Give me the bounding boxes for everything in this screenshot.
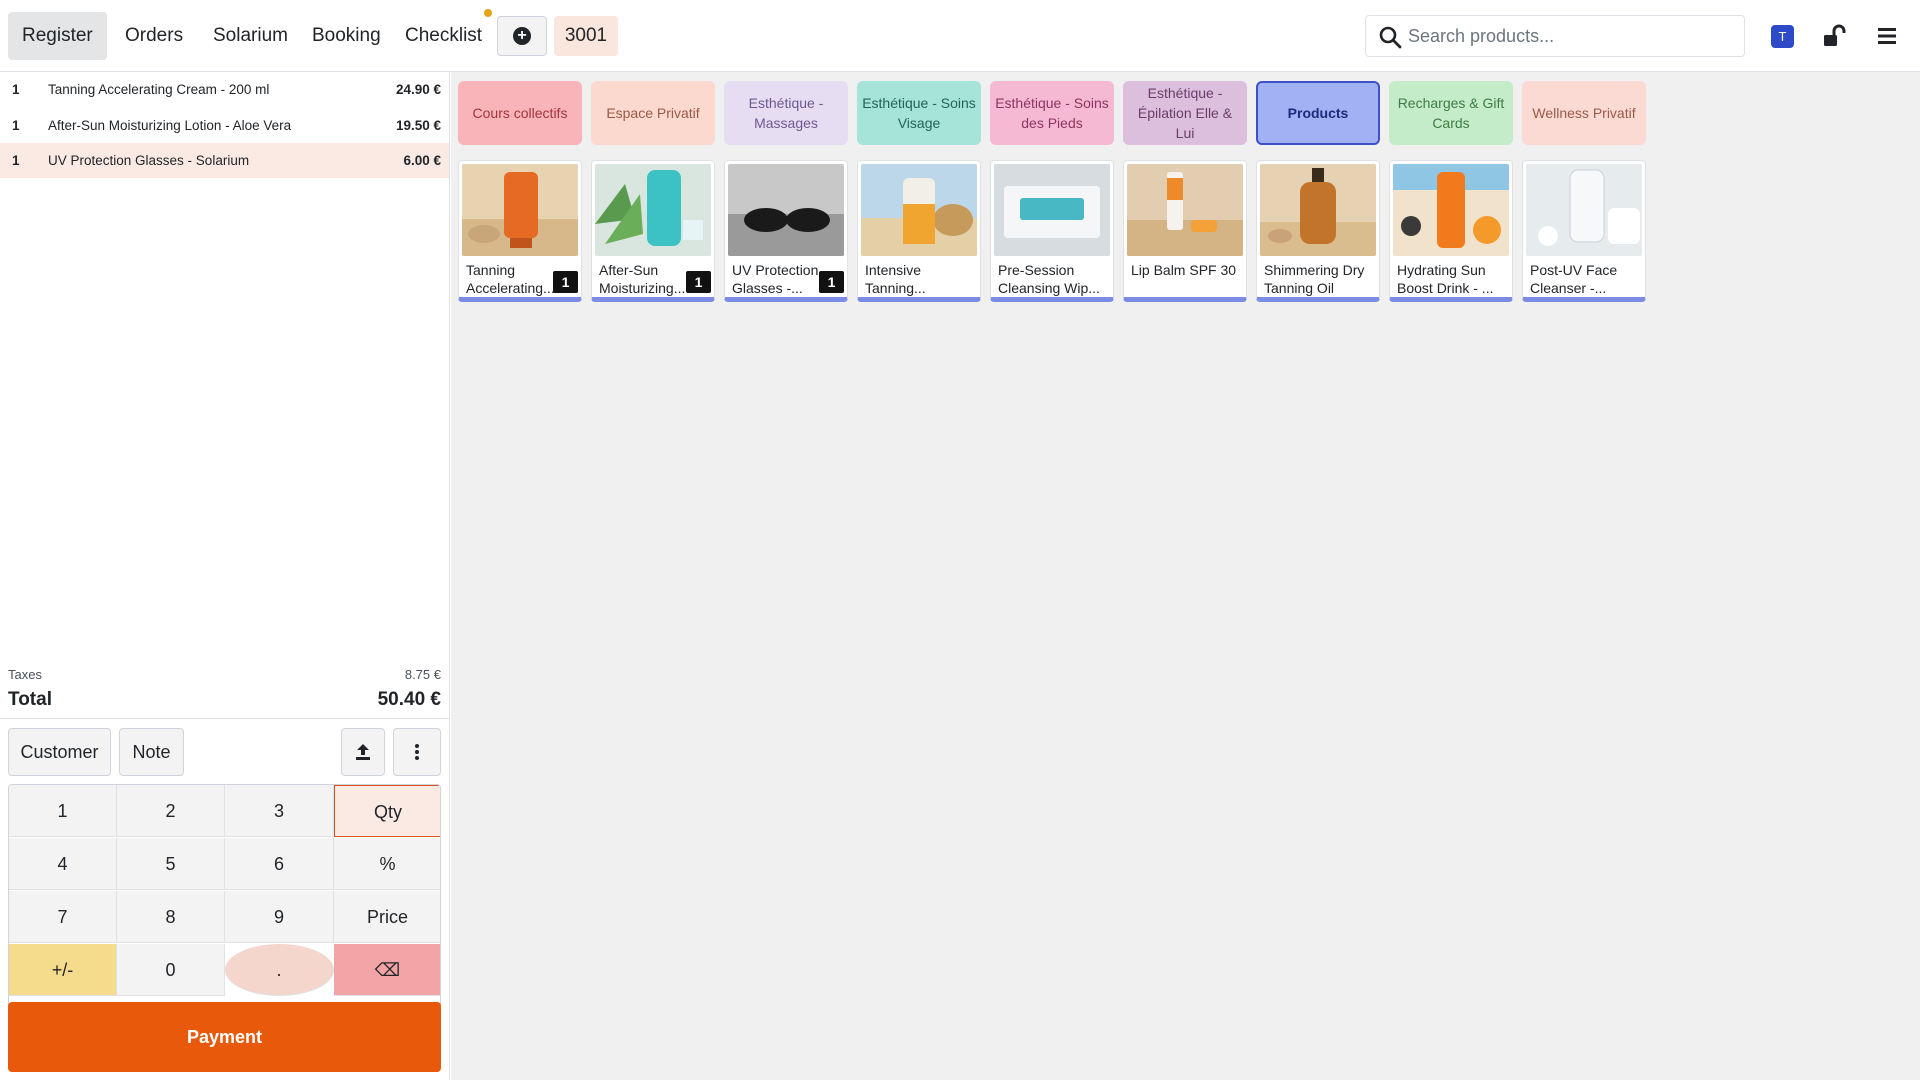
product-card-tanning-cream[interactable]: Tanning Accelerating... 1 [458,160,582,302]
more-options-button[interactable] [393,728,441,776]
total-label: Total [8,689,52,710]
product-card-cleansing-wipes[interactable]: Pre-Session Cleansing Wip... [990,160,1114,302]
product-card-uv-glasses[interactable]: UV Protection Glasses -... 1 [724,160,848,302]
top-bar: Register Orders Solarium Booking Checkli… [0,0,1920,72]
product-image [994,164,1110,256]
product-name: Post-UV Face Cleanser -... [1530,262,1618,296]
taxes-label: Taxes [8,667,42,682]
numpad-key-2[interactable]: 2 [117,785,225,837]
notification-dot [484,9,492,17]
numpad-key-0[interactable]: 0 [117,944,225,996]
product-qty-badge: 1 [819,271,844,293]
product-name: Intensive Tanning... [865,262,926,296]
product-name: Hydrating Sun Boost Drink - ... [1397,262,1494,296]
order-line[interactable]: 1 After-Sun Moisturizing Lotion - Aloe V… [0,108,449,143]
numpad-key-5[interactable]: 5 [117,838,225,890]
product-area: Cours collectifs Espace Privatif Esthéti… [451,72,1920,1080]
product-name: Pre-Session Cleansing Wip... [998,262,1100,296]
tab-booking[interactable]: Booking [298,12,395,60]
order-line[interactable]: 1 Tanning Accelerating Cream - 200 ml 24… [0,72,449,107]
numpad-key-8[interactable]: 8 [117,891,225,943]
unlock-icon[interactable] [1822,24,1848,48]
product-card-lip-balm[interactable]: Lip Balm SPF 30 [1123,160,1247,302]
order-line-qty: 1 [12,153,20,168]
category-esthetique-epilation[interactable]: Esthétique - Épilation Elle & Lui [1123,81,1247,145]
order-line-price: 19.50 € [395,118,441,133]
numpad-key-7[interactable]: 7 [9,891,117,943]
export-button[interactable] [341,728,385,776]
category-espace-privatif[interactable]: Espace Privatif [591,81,715,145]
tab-solarium[interactable]: Solarium [199,12,302,60]
category-esthetique-massages[interactable]: Esthétique - Massages [724,81,848,145]
taxes-value: 8.75 € [404,667,441,682]
product-card-after-sun-lotion[interactable]: After-Sun Moisturizing... 1 [591,160,715,302]
product-image [728,164,844,256]
product-image [861,164,977,256]
product-image [462,164,578,256]
product-image [1127,164,1243,256]
customer-button[interactable]: Customer [8,728,111,776]
numpad-key-backspace[interactable]: ⌫ [334,944,440,996]
order-line-qty: 1 [12,82,20,97]
product-image [1393,164,1509,256]
order-line-selected[interactable]: 1 UV Protection Glasses - Solarium 6.00 … [0,143,449,178]
numpad-key-3[interactable]: 3 [225,785,334,837]
search-input[interactable] [1408,16,1738,56]
order-panel: 1 Tanning Accelerating Cream - 200 ml 24… [0,72,450,1080]
note-button[interactable]: Note [119,728,184,776]
search-icon [1379,26,1402,49]
order-line-name: After-Sun Moisturizing Lotion - Aloe Ver… [48,118,292,133]
product-card-intensive-tanning[interactable]: Intensive Tanning... [857,160,981,302]
category-products[interactable]: Products [1256,81,1380,145]
numpad-key-4[interactable]: 4 [9,838,117,890]
product-image [1260,164,1376,256]
plus-icon: + [513,27,531,45]
tab-register[interactable]: Register [8,12,107,60]
category-wellness-privatif[interactable]: Wellness Privatif [1522,81,1646,145]
product-name: Lip Balm SPF 30 [1131,262,1237,278]
product-name: Shimmering Dry Tanning Oil [1264,262,1365,296]
divider [0,718,449,719]
order-line-name: UV Protection Glasses - Solarium [48,153,250,168]
order-line-qty: 1 [12,118,20,133]
more-vertical-icon [415,744,419,760]
numpad-key-decimal[interactable]: . [225,944,334,996]
product-card-post-uv-cleanser[interactable]: Post-UV Face Cleanser -... [1522,160,1646,302]
menu-icon[interactable] [1876,26,1898,46]
avatar[interactable]: T [1771,25,1794,48]
product-card-sun-boost-drink[interactable]: Hydrating Sun Boost Drink - ... [1389,160,1513,302]
order-number-chip[interactable]: 3001 [554,16,618,56]
order-line-name: Tanning Accelerating Cream - 200 ml [48,82,270,97]
numpad-key-price[interactable]: Price [334,891,440,943]
tab-checklist[interactable]: Checklist [391,12,496,60]
numpad-key-9[interactable]: 9 [225,891,334,943]
product-card-dry-tanning-oil[interactable]: Shimmering Dry Tanning Oil [1256,160,1380,302]
upload-icon [356,744,370,760]
category-recharges-gift-cards[interactable]: Recharges & Gift Cards [1389,81,1513,145]
category-esthetique-soins-pieds[interactable]: Esthétique - Soins des Pieds [990,81,1114,145]
numpad-key-1[interactable]: 1 [9,785,117,837]
numpad-key-percent[interactable]: % [334,838,440,890]
numpad-key-6[interactable]: 6 [225,838,334,890]
category-esthetique-soins-visage[interactable]: Esthétique - Soins Visage [857,81,981,145]
tab-orders[interactable]: Orders [111,12,197,60]
order-line-price: 6.00 € [403,153,441,168]
product-image [595,164,711,256]
product-qty-badge: 1 [686,271,711,293]
total-value: 50.40 € [377,689,441,710]
category-cours-collectifs[interactable]: Cours collectifs [458,81,582,145]
numpad-key-qty[interactable]: Qty [334,785,440,837]
order-line-price: 24.90 € [395,82,441,97]
search-box[interactable] [1365,15,1745,57]
product-image [1526,164,1642,256]
payment-button[interactable]: Payment [8,1002,441,1072]
product-qty-badge: 1 [553,271,578,293]
numpad-key-sign[interactable]: +/- [9,944,117,996]
new-order-button[interactable]: + [497,16,547,56]
